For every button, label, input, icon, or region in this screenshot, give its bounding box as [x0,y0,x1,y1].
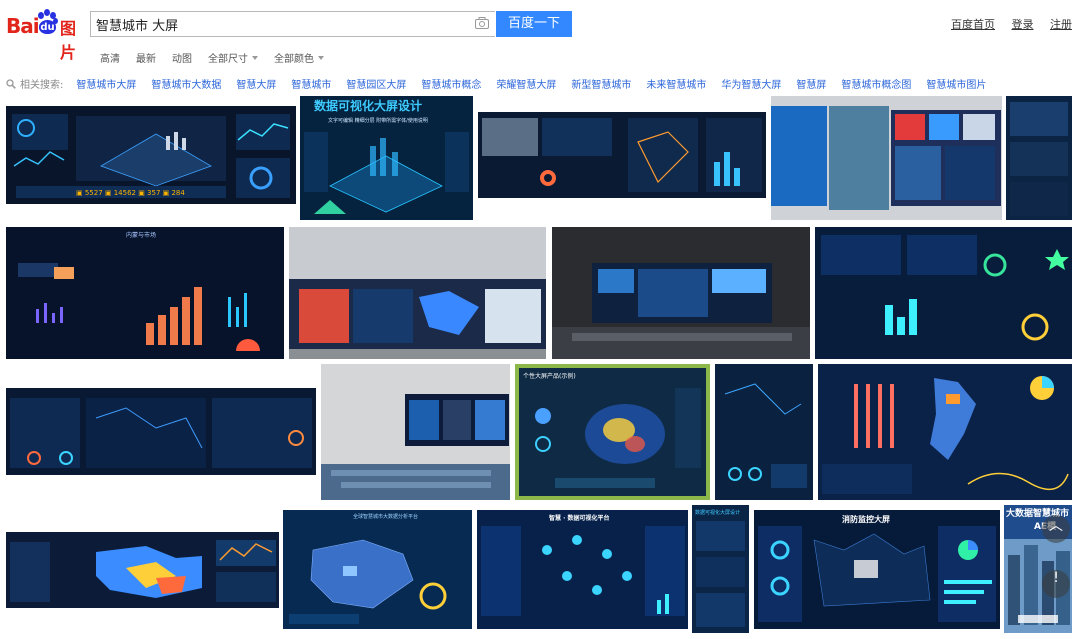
related-item[interactable]: 智慧城市大数据 [151,76,221,91]
dashboard-thumbnail [1006,96,1072,220]
magnifier-icon [6,78,16,89]
svg-text:▣ 5527 ▣ 14562 ▣ 357 ▣ 284: ▣ 5527 ▣ 14562 ▣ 357 ▣ 284 [76,189,185,197]
control-room-photo-thumbnail [321,364,510,500]
filter-animated[interactable]: 动图 [172,50,192,65]
search-input[interactable] [96,14,466,34]
image-result[interactable]: 个性大屏产品(示例) [515,364,710,500]
image-result[interactable] [478,112,766,198]
thumb-caption: 内蒙与市场 [126,231,156,239]
related-item[interactable]: 智慧屏 [796,76,826,91]
search-button[interactable]: 百度一下 [496,11,572,37]
image-result[interactable] [1006,96,1072,220]
related-item[interactable]: 智慧城市大屏 [76,76,136,91]
logo-paw-text: du [39,20,56,34]
dashboard-thumbnail [6,532,279,608]
dashboard-thumbnail: 消防监控大屏 [754,510,1000,629]
dashboard-thumbnail: 数据可视化大屏设计 文字可编辑 精细分层 附带所需字体/使用说明 [300,96,473,220]
image-result[interactable]: 数据可视化大屏设计 文字可编辑 精细分层 附带所需字体/使用说明 [300,96,473,220]
image-result[interactable] [6,532,279,608]
image-result[interactable]: 消防监控大屏 [754,510,1000,629]
thumb-caption: 数据可视化大屏设计 [695,509,740,516]
image-result[interactable]: 全球智慧城市大数据分析平台 [283,510,472,629]
thumb-caption: 消防监控大屏 [842,514,890,524]
image-result[interactable]: ▣ 5527 ▣ 14562 ▣ 357 ▣ 284 [6,106,296,204]
image-result[interactable] [771,96,1002,220]
login-link[interactable]: 登录 [1012,18,1034,31]
filter-bar: 高清 最新 动图 全部尺寸 全部颜色 [100,50,340,65]
dashboard-thumbnail: 全球智慧城市大数据分析平台 [283,510,472,629]
filter-size-dropdown[interactable]: 全部尺寸 [208,50,258,65]
back-to-top-button[interactable]: ︿ [1042,515,1070,543]
dashboard-thumbnail [478,112,766,198]
dashboard-thumbnail [815,227,1072,359]
related-searches: 相关搜索: 智慧城市大屏 智慧城市大数据 智慧大屏 智慧城市 智慧园区大屏 智慧… [6,76,1001,91]
image-result[interactable]: 内蒙与市场 [6,227,284,359]
dashboard-thumbnail [818,364,1072,500]
related-item[interactable]: 未来智慧城市 [646,76,706,91]
thumb-caption: 智慧 · 数据可视化平台 [549,514,609,522]
logo-text: Bai [6,14,40,38]
image-result[interactable] [289,227,546,359]
image-result[interactable]: 数据可视化大屏设计 [692,505,749,633]
image-result[interactable] [6,388,316,475]
related-item[interactable]: 华为智慧大屏 [721,76,781,91]
dashboard-thumbnail: ▣ 5527 ▣ 14562 ▣ 357 ▣ 284 [6,106,296,204]
feedback-button[interactable]: ! [1042,570,1070,598]
thumb-caption: 数据可视化大屏设计 [314,98,422,113]
home-link[interactable]: 百度首页 [951,18,995,31]
paw-icon: du [36,9,58,35]
image-result[interactable] [818,364,1072,500]
control-room-photo-thumbnail [289,227,546,359]
image-result[interactable] [715,364,813,500]
search-box [90,11,495,37]
related-item[interactable]: 智慧园区大屏 [346,76,406,91]
filter-latest[interactable]: 最新 [136,50,156,65]
exclamation-icon: ! [1053,570,1059,586]
image-result[interactable] [552,227,810,359]
related-label: 相关搜索: [20,80,64,91]
thumb-sub: 文字可编辑 精细分层 附带所需字体/使用说明 [328,117,428,124]
baidu-images-logo[interactable]: Bai du 图片 [6,8,86,62]
image-result[interactable] [321,364,510,500]
top-links: 百度首页 登录 注册 [938,16,1072,32]
dashboard-thumbnail [6,388,316,475]
image-result[interactable]: 智慧 · 数据可视化平台 [477,510,688,629]
register-link[interactable]: 注册 [1050,18,1072,31]
chevron-down-icon [318,55,324,60]
control-room-photo-thumbnail [552,227,810,359]
chevron-down-icon [252,55,258,60]
dashboard-thumbnail: 内蒙与市场 [6,227,284,359]
related-item[interactable]: 智慧大屏 [236,76,276,91]
related-item[interactable]: 智慧城市 [291,76,331,91]
related-item[interactable]: 荣耀智慧大屏 [496,76,556,91]
thumb-caption: 全球智慧城市大数据分析平台 [353,513,418,520]
related-item[interactable]: 智慧城市概念图 [841,76,911,91]
related-item[interactable]: 智慧城市概念 [421,76,481,91]
related-item[interactable]: 新型智慧城市 [571,76,631,91]
dashboard-thumbnail [715,364,813,500]
filter-color-dropdown[interactable]: 全部颜色 [274,50,324,65]
dashboard-thumbnail: 个性大屏产品(示例) [515,364,710,500]
image-result[interactable] [815,227,1072,359]
related-item[interactable]: 智慧城市图片 [926,76,986,91]
dashboard-thumbnail: 数据可视化大屏设计 [692,505,749,633]
logo-suffix: 图片 [60,19,77,62]
chevron-up-icon: ︿ [1049,518,1063,534]
thumb-caption: 个性大屏产品(示例) [523,372,576,380]
filter-hd[interactable]: 高清 [100,50,120,65]
dashboard-thumbnail: 智慧 · 数据可视化平台 [477,510,688,629]
control-room-photo-thumbnail [771,96,1002,220]
camera-icon[interactable] [475,17,489,29]
